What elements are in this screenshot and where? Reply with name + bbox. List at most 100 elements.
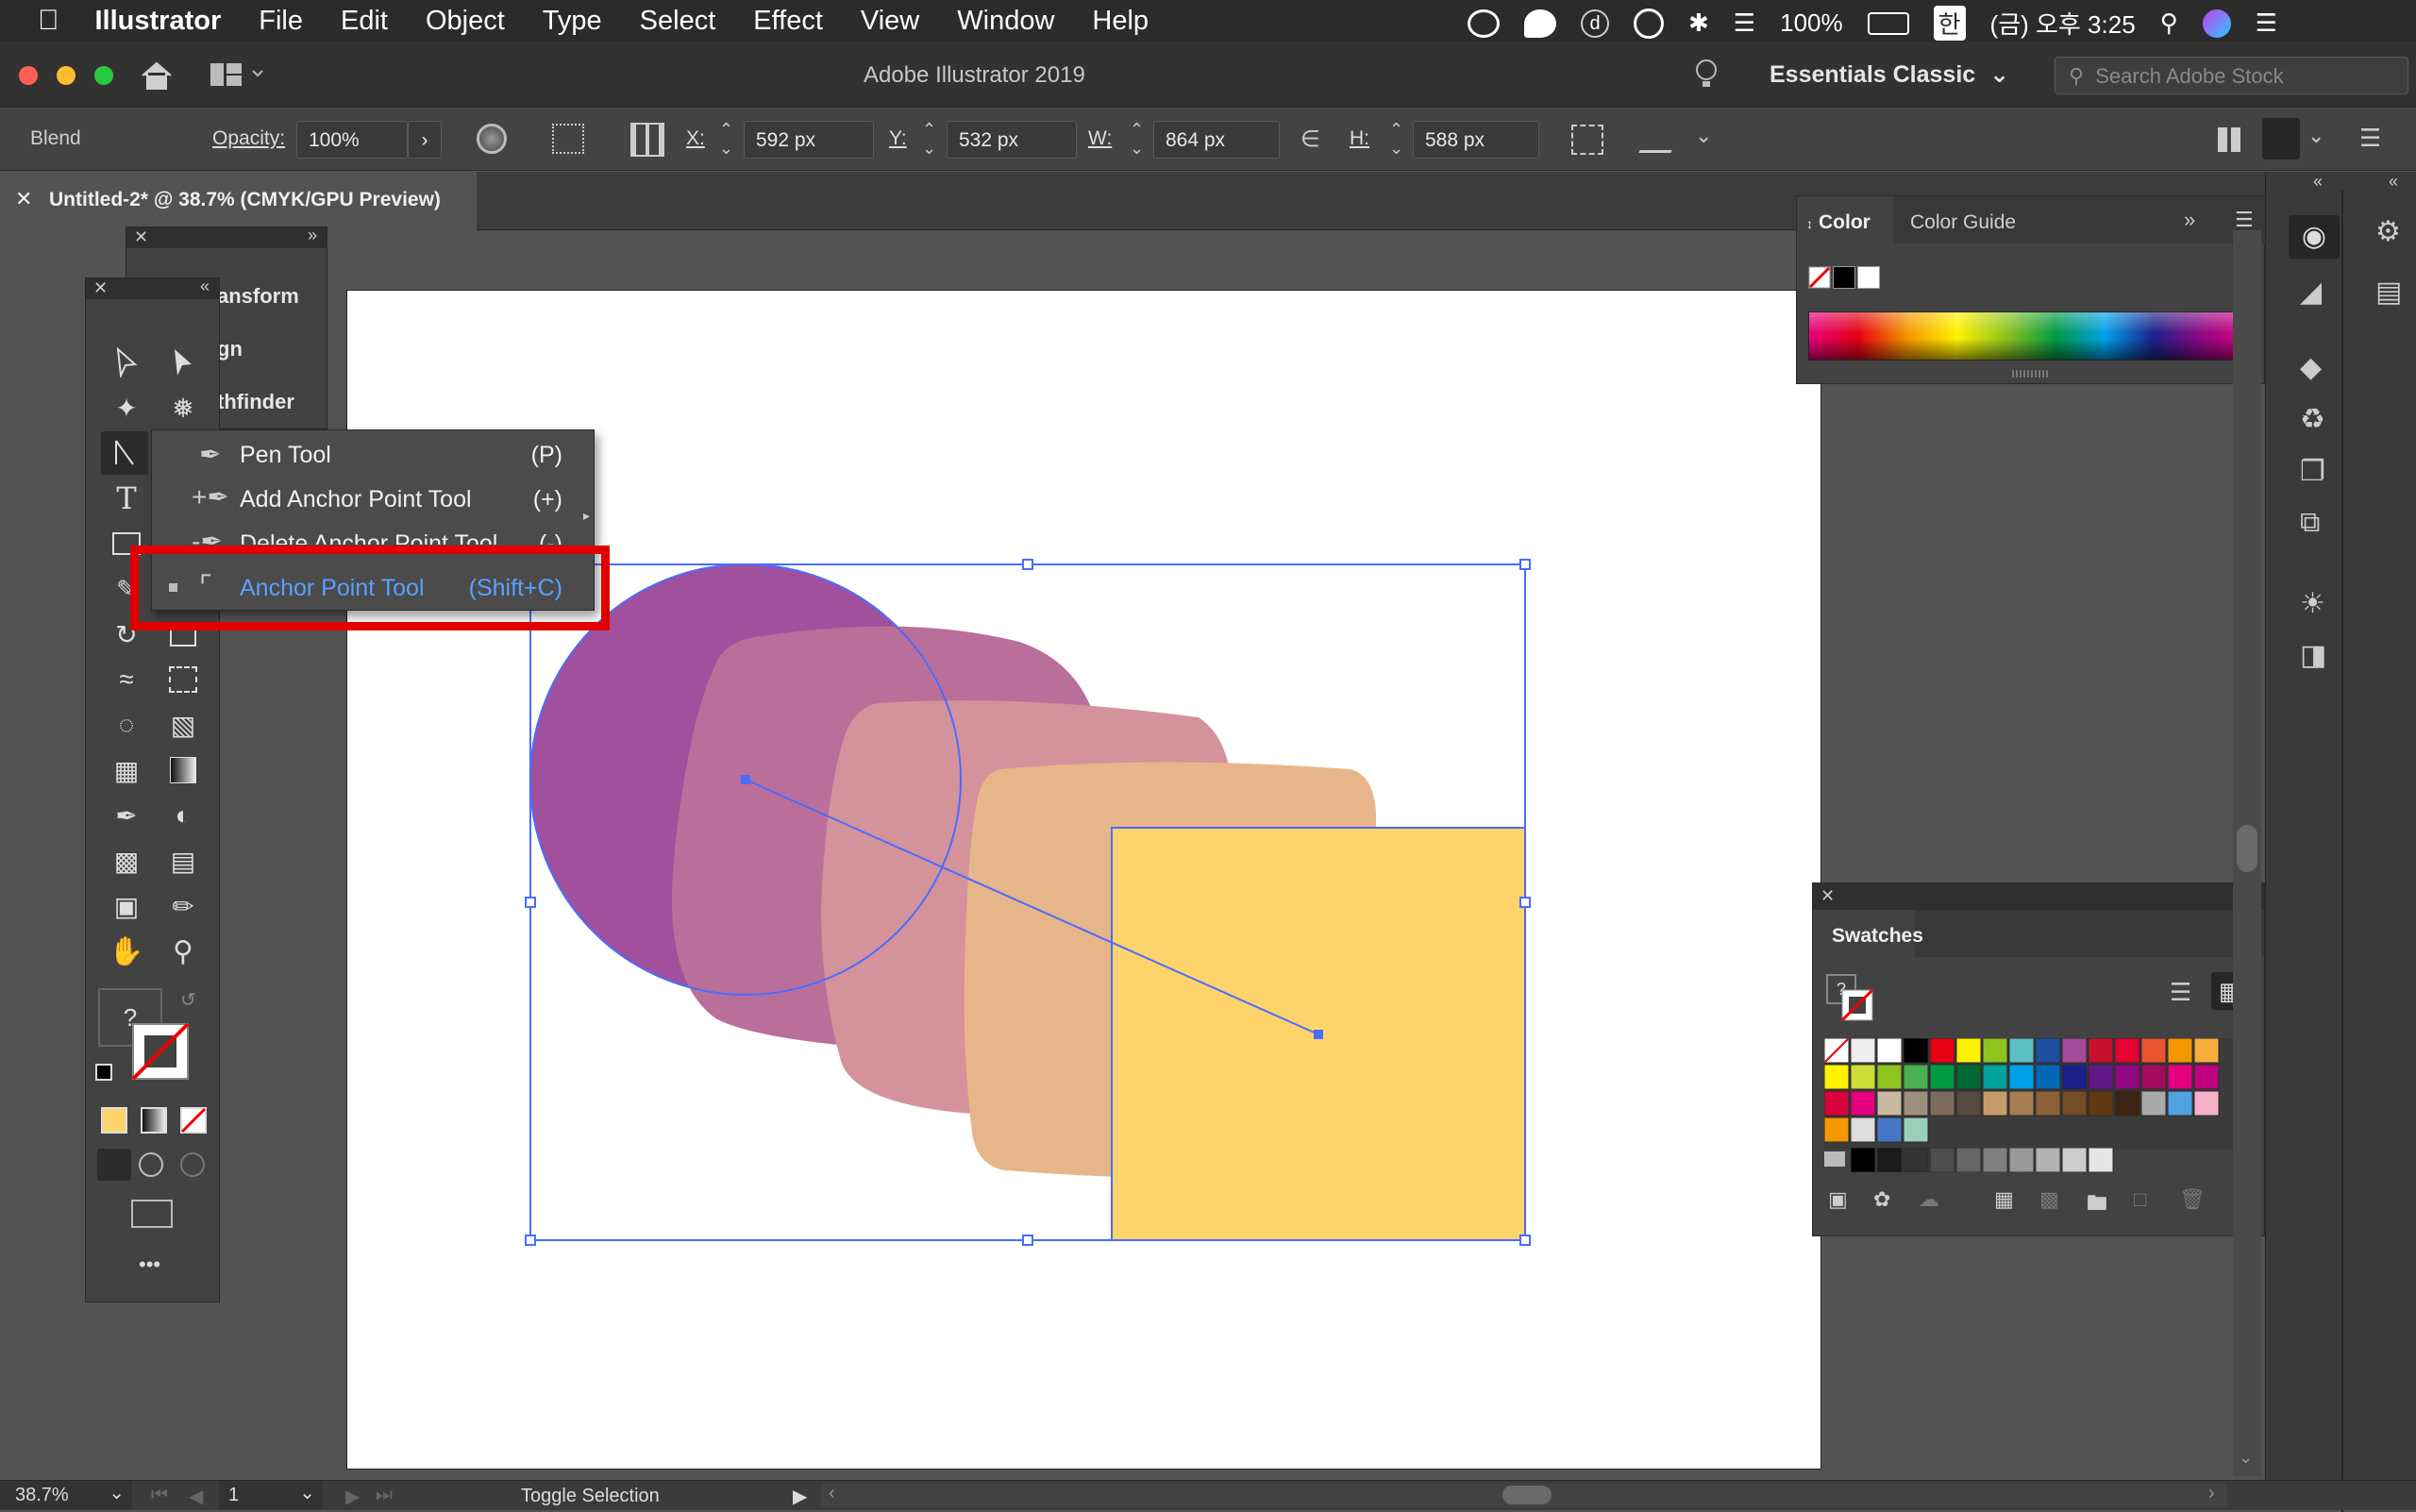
direct-selection-tool[interactable] — [159, 341, 207, 384]
width-tool[interactable]: ≈ — [103, 658, 150, 701]
gradient-tool[interactable] — [159, 748, 207, 792]
hand-tool[interactable]: ✋ — [103, 930, 150, 973]
color-mode-button[interactable] — [101, 1107, 127, 1134]
first-artboard-button[interactable]: ⏮ — [151, 1485, 168, 1506]
eyedropper-tool[interactable]: ✒ — [103, 794, 150, 837]
collapse-dock-icon[interactable]: « — [2313, 172, 2323, 192]
white-color-swatch[interactable] — [1857, 266, 1880, 289]
list-view-button[interactable]: ☰ — [2170, 978, 2191, 1007]
new-swatch-icon[interactable]: □ — [2134, 1187, 2146, 1212]
spine-anchor-end[interactable] — [1314, 1030, 1323, 1039]
chevron-down-icon: ⌄ — [299, 1483, 315, 1504]
magic-wand-tool[interactable]: ✦ — [103, 386, 150, 429]
draw-behind-button[interactable] — [139, 1152, 163, 1177]
show-kinds-icon[interactable]: ✿ — [1873, 1187, 1890, 1212]
swatches-panel-grip[interactable]: ✕ « — [1813, 883, 2264, 910]
blend-tool[interactable]: ◐ — [159, 794, 207, 837]
panel-tab-pathfinder[interactable]: thfinder — [217, 390, 294, 414]
grayscale-swatch-group[interactable] — [1851, 1148, 2115, 1172]
collapse-dock-icon[interactable]: « — [2389, 172, 2398, 192]
scroll-thumb[interactable] — [1502, 1486, 1552, 1504]
draw-inside-button[interactable] — [180, 1152, 205, 1177]
swap-fill-stroke-icon[interactable]: ↺ — [180, 988, 196, 1012]
expand-icon[interactable]: » — [2184, 208, 2195, 232]
zoom-tool[interactable]: ⚲ — [159, 930, 207, 973]
asset-export-icon[interactable]: ♻ — [2300, 403, 2325, 436]
slice-tool[interactable]: ✏ — [159, 884, 207, 928]
artboards-icon[interactable]: ❐ — [2300, 455, 2325, 488]
next-artboard-button[interactable]: ▶ — [345, 1485, 360, 1508]
scroll-right-arrow[interactable]: › — [2208, 1483, 2215, 1504]
tab-arrows-icon: ↕ — [1806, 216, 1813, 231]
close-icon[interactable]: ✕ — [134, 227, 148, 247]
new-color-group-icon[interactable]: 🖿 — [2087, 1187, 2107, 1223]
more-tools-button[interactable]: ••• — [139, 1252, 160, 1277]
tools-panel-grip[interactable]: ✕ « — [86, 277, 219, 299]
previous-artboard-button[interactable]: ◀ — [189, 1485, 203, 1508]
properties-icon[interactable]: ▤ — [2375, 276, 2402, 309]
perspective-grid-tool[interactable]: ▧ — [159, 703, 207, 747]
hamburger-icon[interactable]: ☰ — [2235, 208, 2254, 232]
color-group-icon[interactable]: ▩ — [2039, 1187, 2059, 1212]
spine-anchor-start[interactable] — [741, 775, 750, 784]
libraries-icon[interactable]: ⚙ — [2375, 215, 2401, 248]
collapse-icon[interactable]: « — [200, 277, 210, 296]
resize-grip-icon[interactable] — [2012, 370, 2050, 378]
symbol-sprayer-tool[interactable]: ▩ — [103, 839, 150, 882]
cloud-library-icon[interactable]: ☁ — [1919, 1187, 1939, 1212]
swatch-library-icon[interactable]: ▣ — [1828, 1187, 1848, 1212]
draw-normal-button[interactable] — [97, 1149, 131, 1181]
gradient-mode-button[interactable] — [141, 1107, 167, 1134]
expand-icon[interactable]: » — [308, 226, 317, 245]
graphic-styles-icon[interactable]: ◨ — [2300, 639, 2326, 672]
export-icon[interactable]: ⧉ — [2300, 507, 2320, 539]
vertical-scrollbar[interactable]: ⌄ — [2233, 230, 2261, 1476]
none-mode-button[interactable] — [180, 1107, 207, 1134]
close-icon[interactable]: ✕ — [93, 278, 108, 298]
scroll-down-arrow[interactable]: ⌄ — [2239, 1448, 2253, 1468]
black-color-swatch[interactable] — [1833, 266, 1855, 289]
stroke-swatch[interactable] — [131, 1022, 190, 1081]
pen-tool-active[interactable] — [101, 431, 148, 475]
swatch-stroke-indicator[interactable] — [1841, 989, 1873, 1021]
color-panel-icon[interactable]: ◉ — [2289, 215, 2340, 259]
flyout-tearoff-arrow[interactable]: ▸ — [583, 508, 590, 524]
appearance-icon[interactable]: ☀ — [2300, 587, 2325, 620]
mesh-tool[interactable]: ▦ — [103, 748, 150, 792]
tab-color[interactable]: ↕ Color — [1797, 196, 1893, 244]
panel-tab-transform[interactable]: ansform — [217, 284, 299, 309]
zoom-field[interactable]: 38.7% ⌄ — [0, 1481, 132, 1509]
default-fill-stroke-icon[interactable] — [95, 1064, 112, 1081]
color-guide-icon[interactable]: ◢ — [2300, 276, 2322, 309]
horizontal-scrollbar[interactable]: ‹ › — [821, 1483, 2227, 1507]
layers-icon[interactable]: ◆ — [2300, 351, 2322, 384]
color-panel: ↕ Color Color Guide » ☰ — [1796, 195, 2266, 384]
flyout-pen-tool[interactable]: ✒ Pen Tool (P) — [152, 433, 596, 477]
swatch-colors[interactable] — [1824, 1038, 2240, 1150]
type-tool[interactable]: T — [103, 477, 150, 520]
panel-tab-align[interactable]: gn — [217, 337, 243, 361]
delete-swatch-icon[interactable]: 🗑 — [2179, 1187, 2206, 1212]
right-panel-dock: « « ◉ ◢ ◆ ♻ ❐ ⧉ ☀ ◨ ⚙ ▤ — [2265, 172, 2416, 1512]
tab-swatches[interactable]: Swatches — [1813, 910, 1923, 957]
status-menu-arrow[interactable]: ▶ — [793, 1485, 807, 1508]
flyout-add-anchor-point-tool[interactable]: +✒ Add Anchor Point Tool (+) — [152, 478, 596, 521]
artboard-number-field[interactable]: 1 ⌄ — [219, 1481, 323, 1509]
column-graph-tool[interactable]: ▤ — [159, 839, 207, 882]
lasso-tool[interactable]: ❅ — [159, 386, 207, 429]
selection-tool[interactable] — [103, 341, 150, 384]
swatch-options-icon[interactable]: ▦ — [1994, 1187, 2014, 1212]
color-spectrum-bar[interactable] — [1808, 311, 2254, 361]
screen-mode-button[interactable] — [131, 1200, 173, 1228]
panel-grip[interactable]: ✕ » — [126, 226, 327, 248]
scroll-thumb[interactable] — [2237, 825, 2257, 872]
tab-color-guide[interactable]: Color Guide — [1910, 211, 2016, 234]
artboard-tool[interactable]: ▣ — [103, 884, 150, 928]
scroll-left-arrow[interactable]: ‹ — [829, 1483, 835, 1504]
flyout-delete-anchor-point-tool[interactable]: -✒ Delete Anchor Point Tool (-) — [152, 522, 596, 545]
last-artboard-button[interactable]: ⏭ — [376, 1485, 393, 1506]
shape-builder-tool[interactable]: ◌ — [103, 703, 150, 747]
close-icon[interactable]: ✕ — [1820, 886, 1835, 906]
none-color-swatch[interactable] — [1808, 266, 1831, 289]
free-transform-tool[interactable] — [159, 658, 207, 701]
